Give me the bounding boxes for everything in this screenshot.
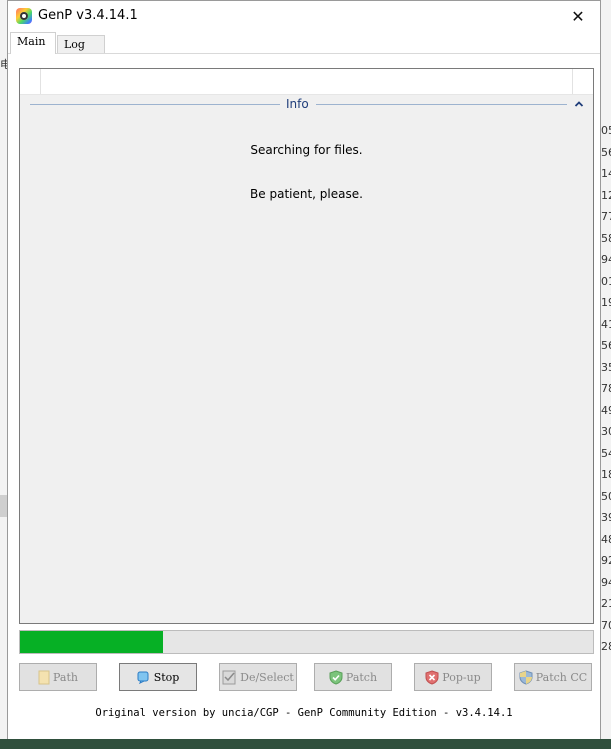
background-number: 39 (601, 511, 611, 524)
main-tab-panel: Info Searching for files. Be patient, pl… (8, 53, 600, 739)
background-number: 28 (601, 640, 611, 653)
background-number: 12 (601, 188, 611, 202)
background-number: 54 (601, 446, 611, 460)
folder-icon (38, 670, 50, 684)
window-title: GenP v3.4.14.1 (38, 8, 138, 23)
progress-bar-fill (20, 631, 164, 653)
background-number: 56 (601, 145, 611, 159)
background-number: 35 (601, 360, 611, 374)
shield-check-icon (329, 669, 343, 685)
column-divider[interactable] (572, 69, 573, 94)
list-header (20, 69, 593, 95)
background-number: 94 (601, 253, 611, 266)
deselect-button-label: De/Select (240, 670, 294, 684)
background-number: 94 (601, 575, 611, 589)
patch-cc-button[interactable]: Patch CC (514, 663, 592, 691)
info-group-title: Info (286, 97, 309, 111)
title-bar[interactable]: GenP v3.4.14.1 ✕ (8, 1, 600, 32)
background-number: 56 (601, 339, 611, 352)
popup-button-label: Pop-up (442, 670, 481, 684)
background-number: 01 (601, 274, 611, 288)
background-window-right: 05 56 14 12 77 58 94 01 19 41 56 35 78 49 30 54 18 50 39 48… (600, 0, 611, 749)
column-divider[interactable] (40, 69, 41, 94)
info-message: Searching for files. (250, 143, 363, 157)
deselect-button[interactable]: De/Select (219, 663, 297, 691)
close-button[interactable]: ✕ (556, 1, 600, 32)
path-button-label: Path (53, 670, 78, 684)
background-number: 21 (601, 597, 611, 610)
tab-bar: Main Log (10, 32, 600, 54)
close-icon: ✕ (571, 7, 585, 26)
patch-button-label: Patch (345, 670, 378, 684)
tab-log[interactable]: Log (57, 35, 105, 53)
info-message: Be patient, please. (250, 187, 363, 201)
background-number: 58 (601, 231, 611, 245)
background-number: 50 (601, 489, 611, 503)
group-header-line (30, 104, 280, 105)
background-number: 19 (601, 296, 611, 309)
progress-bar (19, 630, 594, 654)
tab-main[interactable]: Main (10, 32, 56, 54)
checklist-icon (222, 670, 236, 684)
background-number: 78 (601, 382, 611, 395)
group-header-line (316, 104, 567, 105)
footer-credits: Original version by uncia/CGP - GenP Com… (95, 707, 513, 719)
background-taskbar (0, 739, 611, 749)
patch-cc-button-label: Patch CC (535, 670, 588, 684)
uac-shield-icon (519, 669, 533, 685)
stop-button[interactable]: Stop (119, 663, 197, 691)
genp-window: GenP v3.4.14.1 ✕ Main Log Info Searching… (7, 0, 601, 739)
chevron-up-icon[interactable] (573, 98, 585, 110)
background-number: 48 (601, 532, 611, 546)
patch-button[interactable]: Patch (314, 663, 392, 691)
background-number: 70 (601, 618, 611, 632)
background-number: 41 (601, 317, 611, 331)
background-number: 30 (601, 425, 611, 438)
file-list-view[interactable]: Info Searching for files. Be patient, pl… (19, 68, 594, 624)
background-number: 77 (601, 210, 611, 223)
path-button[interactable]: Path (19, 663, 97, 691)
popup-button[interactable]: Pop-up (414, 663, 492, 691)
shield-x-icon (425, 669, 439, 685)
app-icon (16, 8, 32, 24)
stop-icon (137, 671, 149, 684)
stop-button-label: Stop (153, 670, 180, 684)
background-number: 14 (601, 167, 611, 180)
background-number: 05 (601, 124, 611, 137)
background-number: 92 (601, 554, 611, 567)
background-number: 49 (601, 403, 611, 417)
background-number: 18 (601, 468, 611, 481)
